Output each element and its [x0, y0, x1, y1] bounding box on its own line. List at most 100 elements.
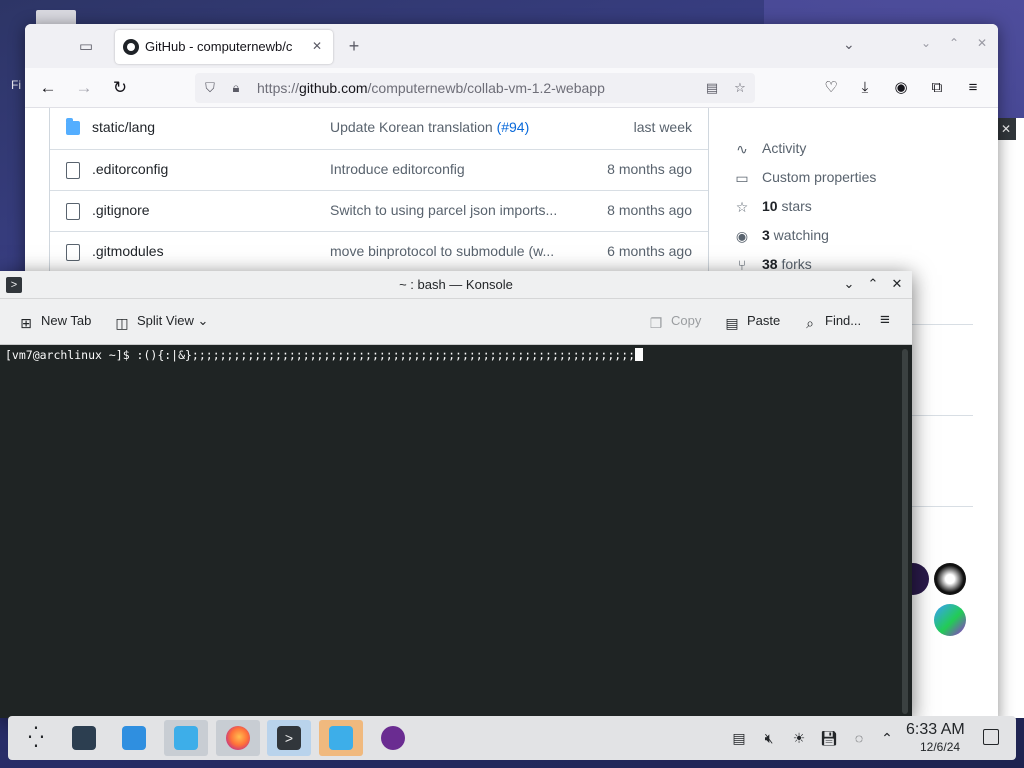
pocket-icon[interactable]: ♡ [821, 78, 841, 98]
file-name[interactable]: .gitignore [92, 202, 150, 218]
extensions-icon[interactable]: ⧉ [927, 78, 947, 98]
close-window-icon[interactable]: ✕ [977, 36, 987, 50]
paste-button[interactable]: ▤ Paste [724, 313, 780, 331]
firefox-view-icon[interactable]: ▭ [75, 36, 97, 58]
chevron-down-icon: ⌄ [197, 313, 209, 328]
minimize-icon[interactable]: ⌄ [921, 36, 931, 50]
file-name[interactable]: .gitmodules [92, 243, 164, 259]
file-name[interactable]: static/lang [92, 119, 155, 135]
back-icon[interactable]: ← [37, 77, 59, 99]
play-icon [381, 726, 405, 750]
new-tab-button[interactable]: ⊞ New Tab [18, 313, 91, 331]
konsole-task[interactable]: > [267, 720, 311, 756]
scrollbar[interactable] [902, 349, 908, 714]
forks-text: forks [777, 256, 812, 272]
reader-view-icon[interactable]: ▤ [703, 79, 721, 97]
bookmark-star-icon[interactable]: ☆ [731, 79, 749, 97]
contributor-avatar[interactable] [934, 563, 966, 595]
konsole-window: > ~ : bash — Konsole ⌄ ⌃ ✕ ⊞ New Tab ◫ Spl… [0, 271, 912, 718]
pr-link[interactable]: (#94) [497, 119, 530, 135]
stars-link[interactable]: ☆ 10 stars [733, 194, 983, 223]
custom-properties-label: Custom properties [762, 169, 877, 185]
konsole-titlebar[interactable]: > ~ : bash — Konsole ⌄ ⌃ ✕ [0, 271, 912, 299]
terminal-area[interactable]: [vm7@archlinux ~]$ :(){:|&};;;;;;;;;;;;;… [0, 345, 912, 718]
commit-message[interactable]: Update Korean translation (#94) [330, 119, 580, 135]
downloads-icon[interactable]: ⤓ [855, 78, 875, 98]
discover-task[interactable] [112, 720, 156, 756]
show-desktop-icon[interactable] [983, 729, 999, 745]
commit-message[interactable]: move binprotocol to submodule (w... [330, 243, 580, 259]
commit-message[interactable]: Switch to using parcel json imports... [330, 202, 580, 218]
media-app-task[interactable] [371, 720, 415, 756]
file-icon [66, 203, 80, 220]
activity-link[interactable]: ∿ Activity [733, 136, 983, 165]
file-row[interactable]: static/lang Update Korean translation (#… [50, 108, 708, 149]
file-list: static/lang Update Korean translation (#… [49, 108, 709, 273]
network-icon[interactable]: ◌ [850, 729, 868, 747]
app-launcher[interactable]: ⁛ [14, 720, 58, 756]
file-row[interactable]: .gitignore Switch to using parcel json i… [50, 190, 708, 231]
file-icon [66, 162, 80, 179]
find-button[interactable]: ⌕ Find... [802, 313, 861, 331]
clock-time[interactable]: 6:33 AM [906, 721, 965, 739]
watching-link[interactable]: ◉ 3 watching [733, 223, 983, 252]
tab-github[interactable]: GitHub - computernewb/c ✕ [115, 30, 333, 64]
clipboard-icon[interactable]: ▤ [730, 729, 748, 747]
brightness-icon[interactable]: ☀ [790, 729, 808, 747]
firefox-icon [226, 726, 250, 750]
forward-icon[interactable]: → [73, 77, 95, 99]
dolphin-task[interactable] [164, 720, 208, 756]
commit-date: last week [633, 119, 692, 135]
clock-date[interactable]: 12/6/24 [920, 740, 960, 754]
hamburger-menu-icon[interactable]: ≡ [880, 310, 890, 330]
contributor-avatar[interactable] [934, 604, 966, 636]
system-settings-task[interactable] [62, 720, 106, 756]
url-text: https://github.com/computernewb/collab-v… [257, 80, 605, 96]
disk-icon[interactable]: 💾︎ [820, 729, 838, 747]
custom-properties-link[interactable]: ▭ Custom properties [733, 165, 983, 194]
about-sidebar: ∿ Activity ▭ Custom properties ☆ 10 star… [733, 136, 983, 281]
shield-icon[interactable]: ⛉ [201, 79, 219, 97]
commit-message[interactable]: Introduce editorconfig [330, 161, 580, 177]
background-window-close-icon[interactable]: ✕ [996, 118, 1016, 140]
file-name[interactable]: .editorconfig [92, 161, 168, 177]
volume-muted-icon[interactable]: 🔇︎ [760, 729, 778, 747]
chevron-up-icon[interactable]: ⌃ [878, 729, 896, 747]
tab-title: GitHub - computernewb/c [145, 39, 293, 54]
dolphin-window-task[interactable] [319, 720, 363, 756]
window-title: ~ : bash — Konsole [399, 277, 513, 292]
firefox-task[interactable] [216, 720, 260, 756]
new-tab-button[interactable]: + [343, 35, 365, 57]
pulse-icon: ∿ [736, 141, 748, 157]
paste-label: Paste [747, 313, 781, 328]
lock-icon[interactable]: 🔒︎ [227, 79, 245, 97]
cursor [635, 348, 644, 361]
folder-icon [174, 726, 198, 750]
maximize-icon[interactable]: ⌃ [864, 276, 882, 292]
list-all-tabs-icon[interactable]: ⌄ [843, 36, 855, 53]
reload-icon[interactable]: ↻ [109, 77, 131, 99]
navigation-bar: ← → ↻ ⛉ 🔒︎ https://github.com/computerne… [25, 68, 998, 108]
file-icon [66, 244, 80, 261]
activity-label: Activity [762, 140, 807, 156]
watching-label: 3 watching [762, 227, 829, 243]
desktop-icon-label: Fi [11, 78, 21, 92]
file-row[interactable]: .gitmodules move binprotocol to submodul… [50, 231, 708, 272]
stars-count: 10 [762, 198, 778, 214]
minimize-icon[interactable]: ⌄ [840, 276, 858, 292]
close-window-icon[interactable]: ✕ [888, 276, 906, 292]
split-view-button[interactable]: ◫ Split View ⌄ [114, 313, 208, 331]
file-row[interactable]: .editorconfig Introduce editorconfig 8 m… [50, 149, 708, 190]
commit-date: 8 months ago [607, 202, 692, 218]
github-icon [123, 39, 139, 55]
copy-button[interactable]: ❐ Copy [648, 313, 702, 331]
menu-icon[interactable]: ≡ [963, 78, 983, 98]
terminal-line: [vm7@archlinux ~]$ :(){:|&};;;;;;;;;;;;;… [5, 348, 644, 362]
eye-icon: ◉ [735, 228, 749, 244]
maximize-icon[interactable]: ⌃ [949, 36, 959, 50]
kde-launcher-icon: ⁛ [28, 727, 44, 749]
account-icon[interactable]: ◉ [891, 78, 911, 98]
tab-close-icon[interactable]: ✕ [307, 36, 327, 56]
url-bar[interactable]: ⛉ 🔒︎ https://github.com/computernewb/col… [195, 73, 755, 103]
commit-message-text: Update Korean translation [330, 119, 497, 135]
